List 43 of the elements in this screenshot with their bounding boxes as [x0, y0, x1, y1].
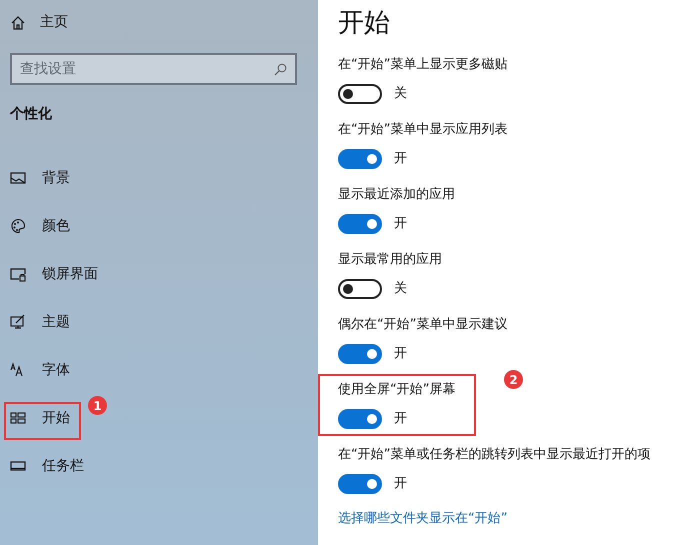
search-input[interactable]: 查找设置: [20, 58, 274, 80]
toggle-switch[interactable]: [338, 344, 382, 364]
search-field[interactable]: 查找设置: [10, 53, 297, 85]
setting-label: 在“开始”菜单中显示应用列表: [338, 121, 508, 139]
picture-icon: [10, 170, 26, 186]
nav-item[interactable]: 字体: [0, 346, 318, 394]
nav-item[interactable]: 颜色: [0, 202, 318, 250]
number-badge: 1: [88, 396, 107, 415]
toggle-switch[interactable]: [338, 474, 382, 494]
toggle-switch[interactable]: [338, 214, 382, 234]
nav-item[interactable]: 锁屏界面: [0, 250, 318, 298]
setting-label: 偶尔在“开始”菜单中显示建议: [338, 316, 508, 334]
setting-label: 在“开始”菜单上显示更多磁贴: [338, 56, 508, 74]
number-badge: 2: [504, 370, 523, 389]
toggle-switch[interactable]: [338, 409, 382, 429]
nav-item[interactable]: 开始 1: [0, 394, 318, 442]
home-link[interactable]: 主页: [10, 12, 68, 33]
home-icon: [10, 14, 26, 30]
pen-monitor-icon: [10, 314, 26, 330]
lock-screen-icon: [10, 266, 26, 282]
toggle-state: 开: [394, 410, 407, 428]
section-heading: 个性化: [10, 105, 52, 124]
toggle-state: 关: [394, 85, 407, 104]
toggle-state: 开: [394, 150, 407, 168]
setting-label: 使用全屏“开始”屏幕: [338, 381, 456, 399]
toggle-state: 开: [394, 345, 407, 364]
search-icon: [274, 62, 287, 76]
toggle-switch[interactable]: [338, 279, 382, 299]
toggle-state: 开: [394, 475, 407, 494]
setting-label: 显示最常用的应用: [338, 251, 442, 269]
toggle-state: 关: [394, 280, 407, 298]
folders-link[interactable]: 选择哪些文件夹显示在“开始”: [338, 509, 508, 528]
setting-label: 显示最近添加的应用: [338, 186, 455, 204]
toggle-switch[interactable]: [338, 84, 382, 104]
palette-icon: [10, 218, 26, 234]
toggle-state: 开: [394, 215, 407, 234]
setting-label: 在“开始”菜单或任务栏的跳转列表中显示最近打开的项: [338, 446, 650, 464]
nav-item[interactable]: 主题: [0, 298, 318, 346]
nav-item[interactable]: 背景: [0, 154, 318, 202]
tiles-icon: [10, 410, 26, 426]
nav-item[interactable]: 任务栏: [0, 442, 318, 490]
toggle-switch[interactable]: [338, 149, 382, 169]
page-title: 开始: [338, 7, 390, 40]
